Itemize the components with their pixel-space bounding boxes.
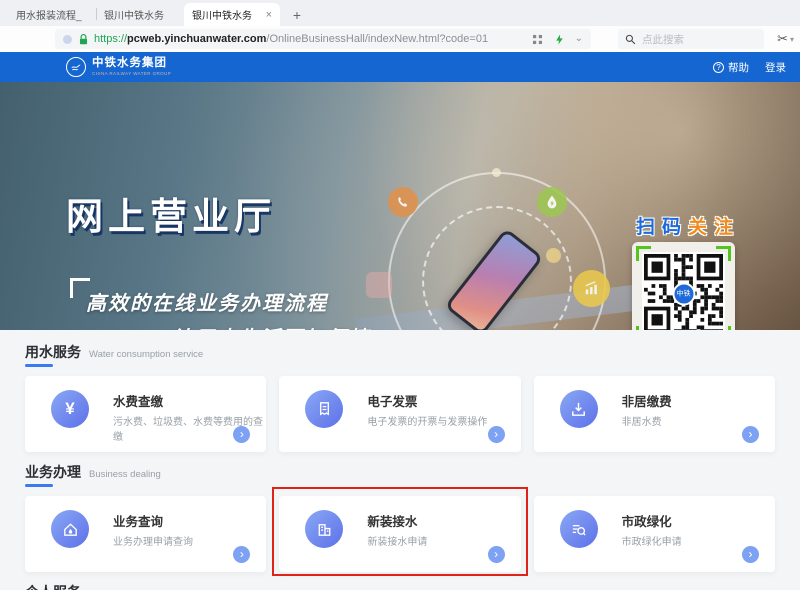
arrow-icon[interactable]: › [742,546,759,563]
qr-center-logo: 中铁 [672,282,695,305]
company-logo-icon [66,57,86,77]
section-subtitle: Water consumption service [89,349,203,360]
arrow-icon[interactable]: › [488,546,505,563]
login-button[interactable]: 登录 [765,60,786,75]
tab-yinchuan-water-active[interactable]: 银川中铁水务 × [184,3,280,26]
tab-close-icon[interactable]: × [266,9,272,21]
caret-icon: ▾ [790,35,794,44]
decor-dot [546,248,561,263]
url-bar-actions: ⌄ [531,33,583,46]
card-business-query[interactable]: 业务查询 业务办理申请查询 › [25,496,266,572]
arrow-icon[interactable]: › [488,426,505,443]
chart-icon [573,270,610,307]
tab-label: 银川中铁水务 [192,7,262,22]
yuan-icon: ¥ [51,390,89,428]
help-button[interactable]: ? 帮助 [713,60,749,75]
service-content: 用水服务 Water consumption service ¥ 水费查缴 污水… [0,330,800,590]
card-title: 水费查缴 [113,391,163,410]
lock-icon [78,33,89,46]
card-desc: 电子发票的开票与发票操作 [367,413,487,428]
card-title: 业务查询 [113,511,163,530]
section-title: 用水服务 [25,342,81,367]
search-list-icon [560,510,598,548]
arrow-icon[interactable]: › [233,546,250,563]
card-title: 非居缴费 [622,391,672,410]
scissors-icon: ✂ [777,31,788,47]
tab-water-install-flow[interactable]: 用水报装流程_ [8,3,96,26]
tab-label: 用水报装流程_ [16,7,88,22]
decor-doc-chip [366,272,392,298]
business-cards: 业务查询 业务办理申请查询 › 新装接水 新装接水申请 › 市政绿化 市政绿化申… [25,496,775,572]
qr-corner-icon [636,246,651,261]
qr-code-panel: 中铁 [632,242,735,330]
section-personal-heading: 个人服务 Personal service [25,582,775,590]
building-icon [305,510,343,548]
card-title: 市政绿化 [622,511,672,530]
card-e-invoice[interactable]: 电子发票 电子发票的开票与发票操作 › [279,376,520,452]
qr-scan-label: 扫码关注 [636,212,740,239]
card-title: 电子发票 [367,391,417,410]
card-nonresident-payment[interactable]: 非居缴费 非居水费 › [534,376,775,452]
section-subtitle: Business dealing [89,469,161,480]
logo-text-block: 中铁水务集团 CHINA RAILWAY WATER GROUP [92,58,171,76]
search-input[interactable]: 点此搜索 [618,29,764,49]
search-icon [625,34,636,45]
url-scheme: https:// [94,33,127,45]
tray-download-icon [560,390,598,428]
header-actions: ? 帮助 登录 [713,60,786,75]
card-new-water-connection[interactable]: 新装接水 新装接水申请 › [279,496,520,572]
card-desc: 业务办理申请查询 [113,533,193,548]
qr-scan-icon[interactable] [531,33,544,46]
screenshot-scissors-button[interactable]: ✂ ▾ [777,31,794,47]
invoice-icon [305,390,343,428]
address-bar-row: ‹ https://pcweb.yinchuanwater.com/Online… [0,26,800,52]
card-desc: 新装接水申请 [367,533,427,548]
water-drop-icon [537,187,567,217]
login-label: 登录 [765,60,786,75]
card-desc: 市政绿化申请 [622,533,682,548]
water-service-cards: ¥ 水费查缴 污水费、垃圾费、水费等费用的查缴 › 电子发票 电子发票的开票与发… [25,376,775,452]
card-title: 新装接水 [367,511,417,530]
tab-label: 银川中铁水务 [104,7,176,22]
card-municipal-greening[interactable]: 市政绿化 市政绿化申请 › [534,496,775,572]
search-placeholder: 点此搜索 [642,32,684,47]
arrow-icon[interactable]: › [742,426,759,443]
card-water-fee-query[interactable]: ¥ 水费查缴 污水费、垃圾费、水费等费用的查缴 › [25,376,266,452]
url-input[interactable]: https://pcweb.yinchuanwater.com/OnlineBu… [55,29,591,49]
qr-corner-icon [716,246,731,261]
help-label: 帮助 [728,60,749,75]
browser-window: 用水报装流程_ 银川中铁水务 银川中铁水务 × + ‹ https://pcwe… [0,0,800,590]
home-drop-icon [51,510,89,548]
site-header: 中铁水务集团 CHINA RAILWAY WATER GROUP ? 帮助 登录 [0,52,800,82]
section-business-heading: 业务办理 Business dealing [25,462,775,487]
section-water-service-heading: 用水服务 Water consumption service [25,342,775,367]
section-title: 业务办理 [25,462,81,487]
card-desc: 非居水费 [622,413,662,428]
logo-subtitle: CHINA RAILWAY WATER GROUP [92,72,171,77]
follow-word: 关注 [688,217,740,238]
logo-title: 中铁水务集团 [92,58,171,70]
phone-icon [388,187,418,217]
decor-dot [492,168,501,177]
chevron-down-icon[interactable]: ⌄ [575,34,583,44]
hero-banner: 网上营业厅 高效的在线业务办理流程 让用水生活更加便捷 扫码关注 中铁 银川中铁… [0,82,800,330]
favicon-icon [63,35,72,44]
speed-bolt-icon[interactable] [554,33,565,46]
scan-word: 扫码 [636,217,688,238]
url-path: /OnlineBusinessHall/indexNew.html?code=0… [266,33,488,45]
new-tab-button[interactable]: + [286,4,308,26]
tab-bar: 用水报装流程_ 银川中铁水务 银川中铁水务 × + [0,0,800,26]
hero-subtitle-line2: 让用水生活更加便捷 [172,322,370,330]
hero-title: 网上营业厅 [66,186,276,240]
hero-subtitle-line1: 高效的在线业务办理流程 [86,287,328,316]
help-icon: ? [713,62,724,73]
url-host: pcweb.yinchuanwater.com [127,33,266,45]
tab-yinchuan-water-1[interactable]: 银川中铁水务 [96,3,184,26]
url-text: https://pcweb.yinchuanwater.com/OnlineBu… [94,33,523,45]
section-title: 个人服务 [25,582,81,590]
qr-code: 中铁 [642,252,725,330]
